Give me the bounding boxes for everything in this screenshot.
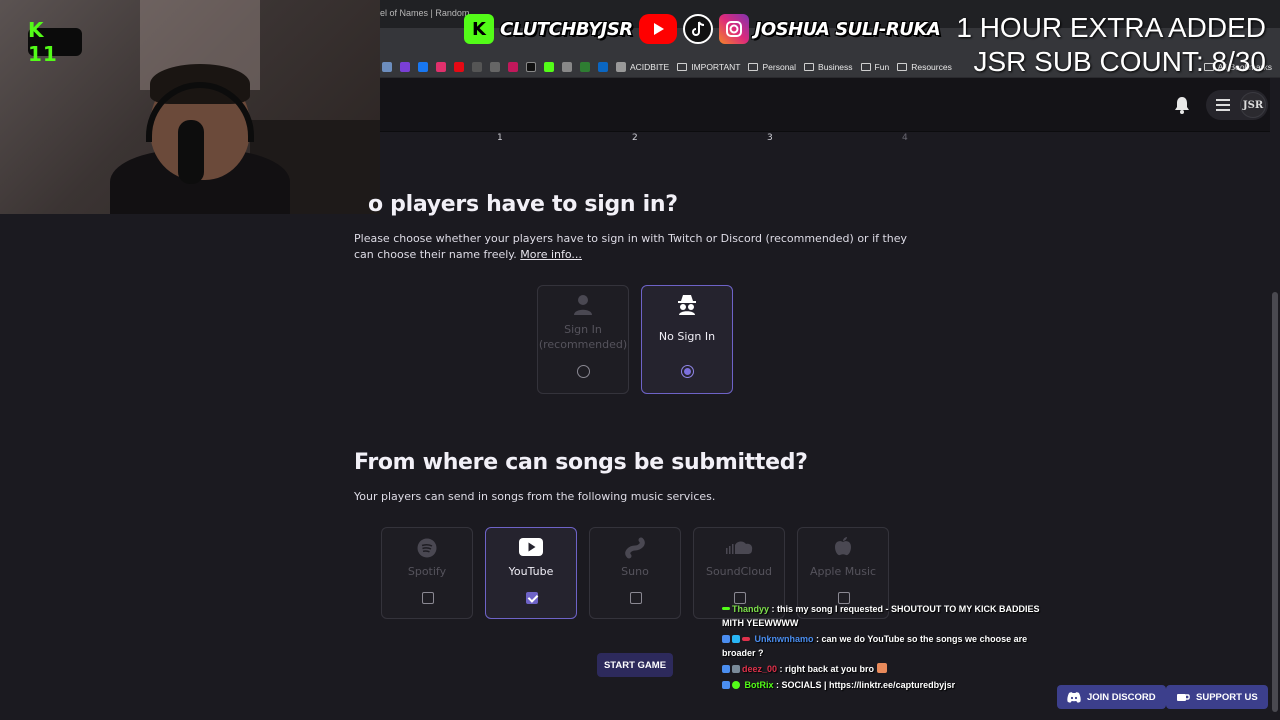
bookmark-folder-business[interactable]: Business	[804, 62, 853, 72]
signin-heading: o players have to sign in?	[368, 192, 678, 217]
service-label: SoundCloud	[705, 565, 773, 578]
bookmark-favicon[interactable]	[508, 61, 518, 72]
folder-icon	[897, 62, 908, 71]
linkedin-icon[interactable]	[598, 61, 608, 72]
spotify-checkbox[interactable]	[422, 592, 434, 604]
step-indicator[interactable]: 2	[632, 133, 638, 143]
webcam-feed: K 11	[0, 0, 380, 214]
chat-message: BotRix : SOCIALS | https://linktr.ee/cap…	[722, 678, 1062, 692]
no-signin-option-label: No Sign In	[658, 330, 716, 343]
chat-text: : this my song I requested - SHOUTOUT TO…	[722, 604, 1040, 628]
scrollbar-thumb[interactable]	[1272, 292, 1278, 712]
user-menu-button[interactable]: JSR	[1206, 90, 1268, 120]
bookmark-favicon[interactable]	[382, 61, 392, 72]
bookmark-favicon[interactable]	[562, 61, 572, 72]
bookmark-folder-important[interactable]: IMPORTANT	[677, 62, 740, 72]
signin-description: Please choose whether your players have …	[354, 232, 908, 261]
instagram-icon	[718, 14, 749, 44]
service-label: Apple Music	[809, 565, 877, 578]
join-discord-button[interactable]: JOIN DISCORD	[1057, 685, 1166, 709]
facebook-icon[interactable]	[418, 61, 428, 72]
chat-username: Unknwnhamo	[754, 634, 814, 644]
extra-time-text: 1 HOUR EXTRA ADDED	[956, 12, 1266, 43]
suno-icon	[625, 537, 645, 559]
browser-tab-title[interactable]: el of Names | Random	[380, 8, 469, 18]
hamburger-icon	[1216, 99, 1230, 111]
kick-icon: K	[464, 14, 494, 44]
signin-radio[interactable]	[577, 365, 590, 378]
soundcloud-icon	[726, 541, 753, 554]
join-discord-label: JOIN DISCORD	[1087, 691, 1156, 703]
coffee-icon	[1177, 693, 1190, 701]
songs-heading: From where can songs be submitted?	[354, 450, 808, 475]
chat-message: deez_00 : right back at you bro	[722, 662, 1062, 676]
netflix-icon[interactable]	[454, 61, 464, 72]
no-signin-radio[interactable]	[681, 365, 694, 378]
bookmark-favicon[interactable]	[472, 61, 482, 72]
start-game-button[interactable]: START GAME	[597, 653, 673, 677]
bookmark-acidbite[interactable]: ACIDBITE	[616, 61, 669, 72]
support-us-button[interactable]: SUPPORT US	[1166, 685, 1268, 709]
socials-handle: JOSHUA SULI-RUKA	[754, 18, 941, 40]
service-label: Suno	[621, 565, 649, 578]
no-signin-option-card[interactable]: No Sign In	[641, 285, 733, 394]
stream-chat: Thandyy : this my song I requested - SHO…	[722, 602, 1062, 694]
service-label: YouTube	[508, 565, 554, 578]
kick-badge: K 11	[28, 18, 82, 66]
service-label: Spotify	[407, 565, 447, 578]
service-card-spotify[interactable]: Spotify	[381, 527, 473, 619]
folder-icon	[804, 62, 815, 71]
chat-text: : SOCIALS | https://linktr.ee/capturedby…	[776, 680, 956, 690]
bookmark-folder-resources[interactable]: Resources	[897, 62, 952, 72]
chat-message: Unknwnhamo : can we do YouTube so the so…	[722, 632, 1062, 660]
chat-username: Thandyy	[732, 604, 770, 614]
chat-username: deez_00	[742, 664, 778, 674]
page-scrollbar[interactable]	[1270, 78, 1280, 720]
user-icon	[574, 295, 592, 315]
sub-count-text: JSR SUB COUNT: 8/30	[973, 46, 1266, 77]
avatar: JSR	[1240, 92, 1266, 118]
step-indicator[interactable]: 3	[767, 133, 773, 143]
youtube-checkbox[interactable]	[526, 592, 538, 604]
folder-icon	[860, 62, 871, 71]
service-card-youtube[interactable]: YouTube	[485, 527, 577, 619]
x-icon[interactable]	[526, 61, 536, 72]
site-header: JSR	[380, 78, 1280, 132]
folder-icon	[677, 62, 688, 71]
discord-icon	[1067, 691, 1081, 703]
tiktok-icon	[682, 14, 713, 44]
step-indicator[interactable]: 4	[902, 133, 908, 143]
chat-username: BotRix	[744, 680, 774, 690]
incognito-icon	[678, 295, 696, 315]
kick-handle: CLUTCHBYJSR	[500, 18, 633, 40]
signin-option-label: Sign In (recommended)	[538, 323, 628, 351]
support-us-label: SUPPORT US	[1196, 691, 1258, 703]
service-card-suno[interactable]: Suno	[589, 527, 681, 619]
instagram-icon[interactable]	[436, 61, 446, 72]
bookmark-favicon[interactable]	[580, 61, 590, 72]
step-indicator[interactable]: 1	[497, 133, 503, 143]
folder-icon	[748, 62, 759, 71]
youtube-icon	[638, 14, 677, 44]
kick-icon[interactable]	[544, 61, 554, 72]
suno-checkbox[interactable]	[630, 592, 642, 604]
youtube-icon	[519, 538, 543, 556]
bell-icon[interactable]	[1174, 96, 1190, 114]
bookmark-folder-personal[interactable]: Personal	[748, 62, 796, 72]
bookmark-favicon[interactable]	[400, 61, 410, 72]
chat-message: Thandyy : this my song I requested - SHO…	[722, 602, 1062, 630]
spotify-icon	[417, 538, 437, 558]
apple-icon	[835, 537, 851, 556]
bookmark-folder-fun[interactable]: Fun	[860, 62, 889, 72]
more-info-link[interactable]: More info...	[520, 248, 582, 261]
chat-text: : right back at you bro	[779, 664, 875, 674]
bookmark-favicon[interactable]	[490, 61, 500, 72]
social-banner: K CLUTCHBYJSR JOSHUA SULI-RUKA	[464, 12, 941, 46]
songs-description: Your players can send in songs from the …	[354, 490, 716, 503]
signin-option-card[interactable]: Sign In (recommended)	[537, 285, 629, 394]
